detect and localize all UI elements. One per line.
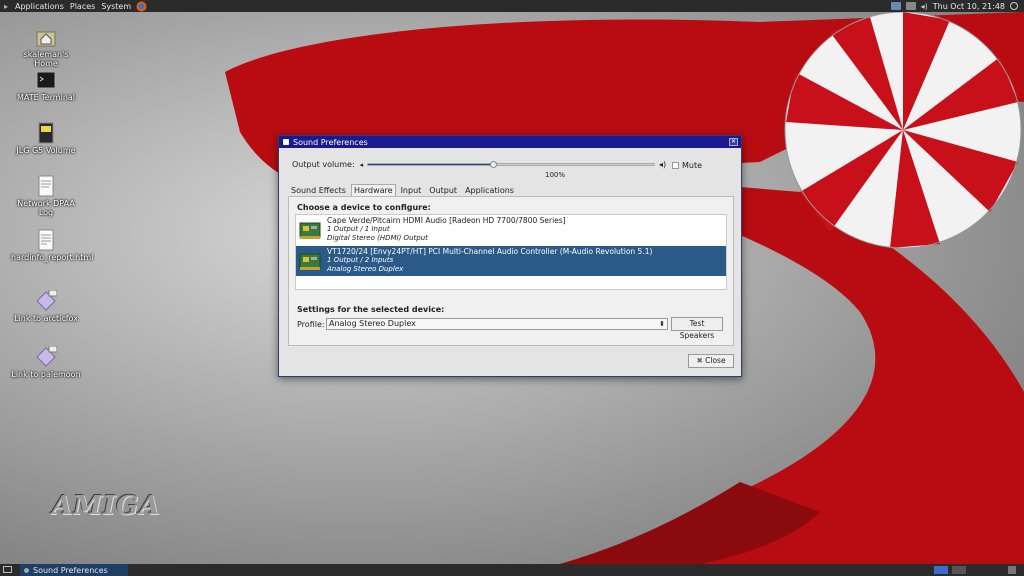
drive-icon xyxy=(35,122,57,144)
desktop-icon-terminal[interactable]: MATE Terminal xyxy=(11,69,81,102)
volume-slider-fill xyxy=(368,164,494,165)
terminal-icon xyxy=(35,69,57,91)
device-io: 1 Output / 2 Inputs xyxy=(327,256,394,264)
menu-system[interactable]: System xyxy=(98,2,134,11)
close-button-label: Close xyxy=(705,356,726,365)
choose-device-label: Choose a device to configure: xyxy=(297,203,431,212)
window-title: Sound Preferences xyxy=(293,137,368,147)
workspace-switcher[interactable] xyxy=(934,566,948,574)
show-desktop-icon[interactable] xyxy=(3,566,12,573)
profile-select[interactable]: Analog Stereo Duplex ⬍ xyxy=(326,318,668,330)
device-name: VT1720/24 [Envy24PT/HT] PCI Multi-Channe… xyxy=(327,247,653,256)
desktop-icon-label: Link to arcticfox xyxy=(14,314,78,323)
desktop-icon-arcticfox[interactable]: Link to arcticfox xyxy=(11,289,81,323)
desktop-icon-volume[interactable]: JLG G5 Volume xyxy=(11,122,81,155)
profile-label: Profile: xyxy=(297,320,325,329)
keyboard-layout-icon[interactable] xyxy=(905,2,916,10)
top-panel: ▸ Applications Places System ◂) Thu Oct … xyxy=(0,0,1024,12)
text-file-icon xyxy=(35,175,57,197)
device-row-envy24[interactable]: VT1720/24 [Envy24PT/HT] PCI Multi-Channe… xyxy=(296,246,726,276)
link-icon xyxy=(35,289,58,312)
sound-preferences-window: Sound Preferences ✕ Output volume: ◂ ◂) … xyxy=(278,135,742,377)
device-io: 1 Output / 1 Input xyxy=(327,225,390,233)
desktop-icon-label: Network DPAA Log xyxy=(17,199,75,217)
device-list[interactable]: Cape Verde/Pitcairn HDMI Audio [Radeon H… xyxy=(295,214,727,290)
firefox-launcher-icon[interactable] xyxy=(136,1,147,12)
desktop-icon-palemoon[interactable]: Link to palemoon xyxy=(11,345,81,379)
desktop-icon-label: skaleman's Home xyxy=(23,50,69,68)
desktop-icon-home[interactable]: skaleman's Home xyxy=(11,26,81,68)
window-close-icon[interactable]: ✕ xyxy=(729,138,738,146)
clock[interactable]: Thu Oct 10, 21:48 xyxy=(933,2,1005,11)
desktop-icon-label: Link to palemoon xyxy=(11,370,81,379)
link-icon xyxy=(35,345,58,368)
test-speakers-button[interactable]: Test Speakers xyxy=(671,317,723,340)
desktop-icon-log[interactable]: Network DPAA Log xyxy=(11,175,81,217)
device-profile: Analog Stereo Duplex xyxy=(327,265,404,273)
menu-places[interactable]: Places xyxy=(67,2,98,11)
amiga-logo: AMIGA xyxy=(52,491,161,521)
updown-arrow-icon: ⬍ xyxy=(659,320,665,328)
menu-applications[interactable]: Applications xyxy=(12,2,67,11)
power-icon[interactable] xyxy=(1010,2,1018,10)
network-icon[interactable] xyxy=(890,2,901,10)
sound-app-icon xyxy=(24,567,29,573)
bottom-panel: Sound Preferences xyxy=(0,564,1024,576)
speaker-high-icon: ◂) xyxy=(659,160,667,169)
taskbar-item-sound-preferences[interactable]: Sound Preferences xyxy=(20,564,128,576)
trash-icon[interactable] xyxy=(1008,566,1016,574)
device-profile: Digital Stereo (HDMI) Output xyxy=(327,234,428,242)
window-menu-icon[interactable] xyxy=(283,139,289,145)
volume-icon[interactable]: ◂) xyxy=(921,2,928,11)
html-file-icon xyxy=(35,229,57,251)
boing-ball-graphic xyxy=(784,12,1022,249)
output-volume-slider[interactable] xyxy=(367,161,655,168)
device-row-hdmi[interactable]: Cape Verde/Pitcairn HDMI Audio [Radeon H… xyxy=(296,215,726,245)
desktop-icon-label: MATE Terminal xyxy=(16,93,76,102)
desktop-icon-label: hardinfo_report.html xyxy=(11,253,94,262)
volume-slider-handle[interactable] xyxy=(489,161,497,168)
window-titlebar[interactable]: Sound Preferences xyxy=(279,136,741,148)
sound-card-icon xyxy=(299,253,321,270)
profile-select-value: Analog Stereo Duplex xyxy=(329,319,416,328)
workspace-2[interactable] xyxy=(952,566,966,574)
sound-card-icon xyxy=(299,222,321,239)
speaker-low-icon: ◂ xyxy=(359,160,364,169)
desktop-icon-label: JLG G5 Volume xyxy=(16,146,76,155)
settings-label: Settings for the selected device: xyxy=(297,305,445,314)
device-name: Cape Verde/Pitcairn HDMI Audio [Radeon H… xyxy=(327,216,566,225)
output-volume-label: Output volume: xyxy=(292,160,355,169)
close-button[interactable]: ✖ Close xyxy=(688,354,734,368)
mate-logo-icon[interactable]: ▸ xyxy=(0,2,12,11)
home-folder-icon xyxy=(35,26,57,48)
desktop-icon-hardinfo[interactable]: hardinfo_report.html xyxy=(11,229,94,262)
taskbar-item-label: Sound Preferences xyxy=(33,565,108,575)
close-icon: ✖ xyxy=(696,356,703,365)
volume-percent: 100% xyxy=(545,171,566,179)
mute-label: Mute xyxy=(682,161,703,170)
hardware-panel: Choose a device to configure: Cape Verde… xyxy=(288,196,734,346)
mute-checkbox[interactable] xyxy=(672,162,679,169)
